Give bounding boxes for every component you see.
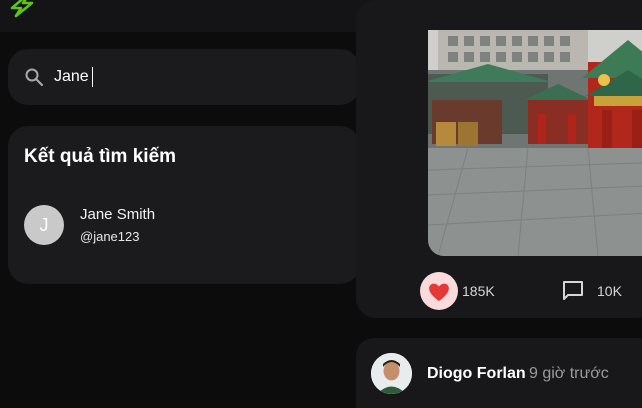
post-timestamp: 9 giờ trước [529, 365, 609, 382]
comment-icon[interactable] [561, 280, 585, 302]
post-image[interactable] [428, 30, 642, 256]
avatar[interactable]: J [24, 205, 64, 245]
author-name[interactable]: Diogo Forlan [427, 365, 526, 383]
search-icon [25, 68, 44, 87]
search-input[interactable] [54, 64, 334, 90]
comment-count: 10K [597, 283, 622, 299]
temple-photo [428, 30, 642, 256]
lightning-icon[interactable] [6, 0, 40, 18]
like-button[interactable] [420, 272, 458, 310]
text-caret [92, 67, 93, 87]
results-title: Kết quả tìm kiếm [24, 146, 177, 167]
result-name[interactable]: Jane Smith [80, 206, 155, 223]
result-item[interactable] [16, 196, 346, 254]
author-photo [371, 353, 412, 394]
heart-icon [429, 283, 449, 301]
result-handle: @jane123 [80, 229, 140, 244]
like-count: 185K [462, 283, 495, 299]
avatar[interactable] [371, 353, 412, 394]
